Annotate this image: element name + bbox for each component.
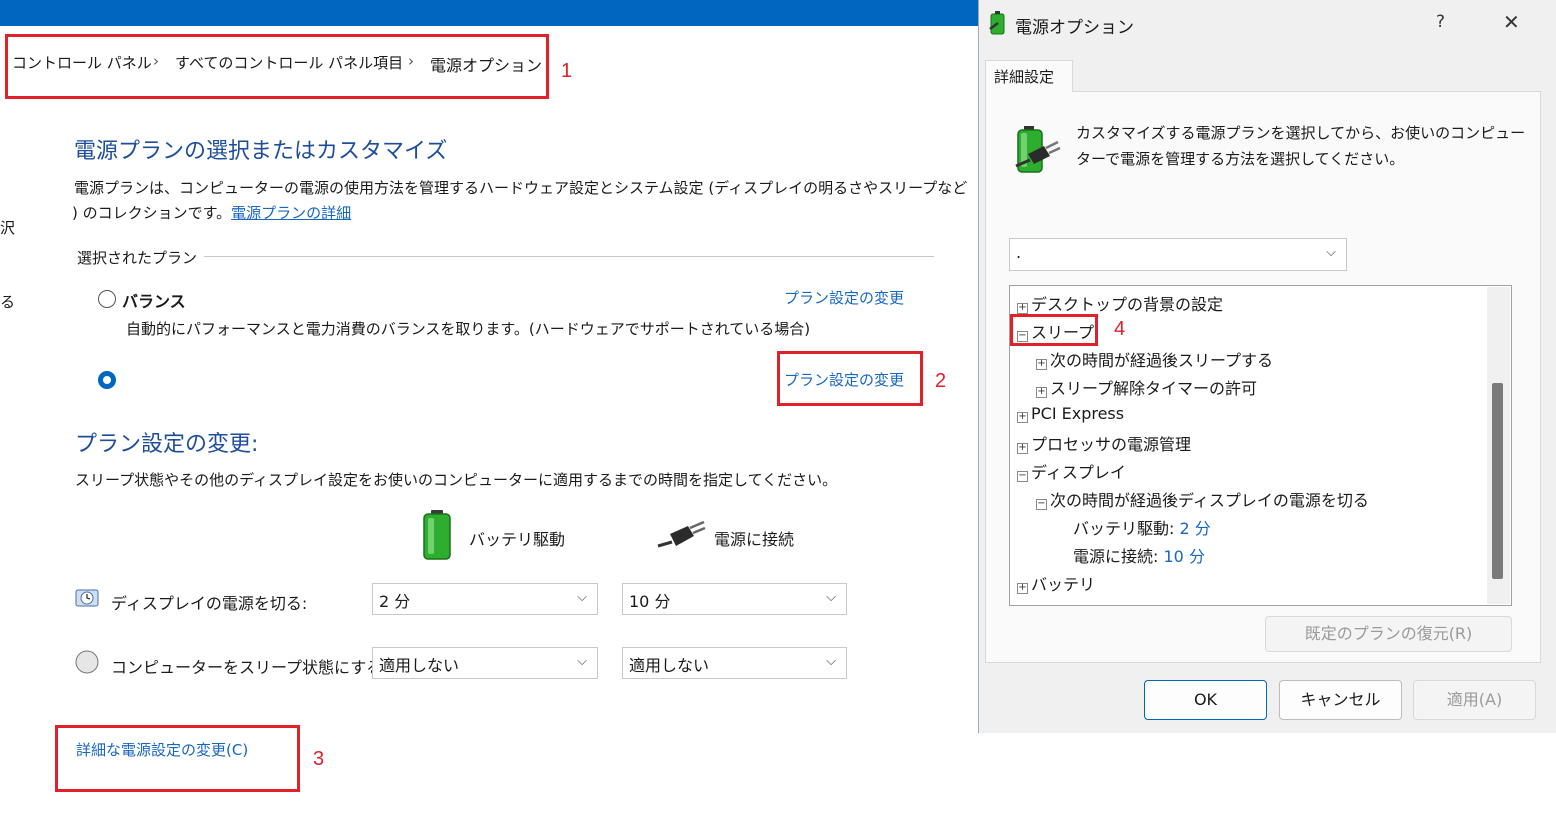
tree-item-display[interactable]: − ディスプレイ — [1017, 459, 1126, 483]
expand-icon[interactable]: + — [1017, 443, 1028, 454]
tree-item-pci-express[interactable]: + PCI Express — [1017, 404, 1124, 423]
tree-scrollbar-thumb[interactable] — [1492, 383, 1503, 579]
tab-advanced-settings[interactable]: 詳細設定 — [985, 60, 1073, 92]
plan-radio-selected[interactable] — [98, 371, 116, 389]
dialog-intro-line2: ターで電源を管理する方法を選択してください。 — [1076, 150, 1405, 168]
left-edge-text: 沢 — [0, 219, 16, 237]
close-button[interactable]: ✕ — [1503, 10, 1520, 34]
annotation-box-3 — [55, 725, 300, 792]
display-off-plugged-select[interactable]: 10 分 ⌵ — [622, 583, 847, 615]
apply-button[interactable]: 適用(A) — [1413, 680, 1536, 720]
tree-item-display-off-after[interactable]: − 次の時間が経過後ディスプレイの電源を切る — [1036, 487, 1369, 511]
annotation-number-2: 2 — [935, 370, 947, 392]
tree-item-wake-timers[interactable]: + スリープ解除タイマーの許可 — [1036, 375, 1257, 399]
left-edge-text: る — [0, 293, 16, 311]
annotation-box-2 — [777, 351, 923, 406]
chevron-down-icon: ⌵ — [826, 590, 836, 605]
plan-description-line1: 電源プランは、コンピューターの電源の使用方法を管理するハードウェア設定とシステム… — [74, 179, 968, 197]
expand-icon[interactable]: + — [1036, 387, 1047, 398]
help-button[interactable]: ? — [1436, 12, 1445, 32]
plan-description-line2: ) のコレクションです。電源プランの詳細 — [72, 204, 352, 222]
dialog-intro-line1: カスタマイズする電源プランを選択してから、お使いのコンピュー — [1076, 124, 1526, 142]
display-off-label: ディスプレイの電源を切る: — [111, 594, 308, 613]
plan-radio-balanced[interactable] — [98, 290, 116, 308]
battery-column-header: バッテリ駆動 — [469, 530, 566, 549]
collapse-icon[interactable]: − — [1036, 499, 1047, 510]
plan-name-balanced: バランス — [122, 292, 186, 311]
page-title: 電源プランの選択またはカスタマイズ — [74, 139, 448, 164]
tree-item-processor-power[interactable]: + プロセッサの電源管理 — [1017, 431, 1191, 455]
change-settings-description: スリープ状態やその他のディスプレイ設定をお使いのコンピューターに適用するまでの時… — [75, 471, 838, 489]
chevron-down-icon: ⌵ — [577, 590, 587, 605]
ok-button[interactable]: OK — [1144, 680, 1267, 720]
title-bar — [0, 0, 978, 26]
annotation-box-1 — [5, 34, 549, 99]
tree-item-plugged-value[interactable]: 電源に接続: 10 分 — [1073, 543, 1205, 567]
plugged-in-column-header: 電源に接続 — [714, 530, 795, 549]
expand-icon[interactable]: + — [1017, 303, 1028, 314]
sleep-moon-icon — [75, 650, 99, 674]
dialog-title: 電源オプション — [1015, 18, 1134, 38]
battery-plug-icon — [1010, 124, 1062, 176]
tree-item-battery[interactable]: + バッテリ — [1017, 571, 1095, 595]
collapse-icon[interactable]: − — [1017, 471, 1028, 482]
chevron-down-icon: ⌵ — [577, 654, 587, 669]
sleep-plugged-select[interactable]: 適用しない ⌵ — [622, 647, 847, 679]
annotation-box-4 — [1010, 314, 1098, 346]
chevron-down-icon: ⌵ — [1326, 245, 1336, 260]
expand-icon[interactable]: + — [1017, 412, 1028, 423]
change-plan-settings-link-balanced[interactable]: プラン設定の変更 — [784, 287, 904, 308]
plan-select-dropdown[interactable]: . ⌵ — [1009, 238, 1347, 271]
expand-icon[interactable]: + — [1036, 359, 1047, 370]
annotation-number-1: 1 — [561, 60, 573, 82]
tree-item-battery-value[interactable]: バッテリ駆動: 2 分 — [1073, 515, 1211, 539]
battery-icon — [420, 510, 454, 560]
power-plan-details-link[interactable]: 電源プランの詳細 — [231, 204, 351, 222]
display-off-battery-select[interactable]: 2 分 ⌵ — [372, 583, 598, 615]
plan-description-balanced: 自動的にパフォーマンスと電力消費のバランスを取ります。(ハードウェアでサポートさ… — [126, 320, 811, 338]
sleep-label: コンピューターをスリープ状態にする: — [111, 658, 388, 677]
annotation-number-4: 4 — [1114, 318, 1126, 340]
display-timer-icon — [75, 586, 99, 610]
dialog-battery-icon — [988, 11, 1008, 35]
selected-plan-label: 選択されたプラン — [77, 249, 198, 267]
change-settings-heading: プラン設定の変更: — [75, 432, 259, 457]
power-plug-icon — [656, 520, 706, 552]
annotation-number-3: 3 — [313, 748, 325, 770]
tree-item-sleep-after[interactable]: + 次の時間が経過後スリープする — [1036, 347, 1273, 371]
restore-defaults-button[interactable]: 既定のプランの復元(R) — [1265, 616, 1512, 652]
cancel-button[interactable]: キャンセル — [1279, 680, 1402, 720]
chevron-down-icon: ⌵ — [826, 654, 836, 669]
tree-item-desktop-background[interactable]: + デスクトップの背景の設定 — [1017, 291, 1223, 315]
expand-icon[interactable]: + — [1017, 583, 1028, 594]
sleep-battery-select[interactable]: 適用しない ⌵ — [372, 647, 598, 679]
divider — [204, 256, 934, 257]
